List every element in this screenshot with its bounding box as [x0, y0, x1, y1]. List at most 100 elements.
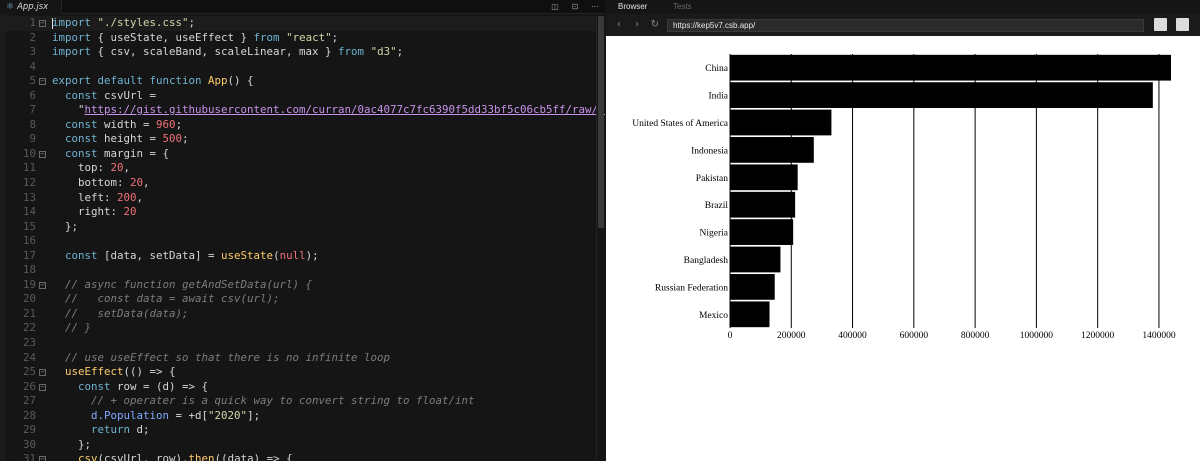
- code-line[interactable]: 12 bottom: 20,: [0, 176, 596, 191]
- code-line[interactable]: 15 };: [0, 220, 596, 235]
- fold-toggle-icon[interactable]: −: [39, 150, 46, 158]
- code-line[interactable]: 18: [0, 263, 596, 278]
- open-external-icon[interactable]: [1176, 18, 1189, 31]
- code-line[interactable]: 21 // setData(data);: [0, 307, 596, 322]
- tab-tests[interactable]: Tests: [673, 0, 692, 14]
- scrollbar-thumb[interactable]: [598, 16, 604, 228]
- code-line[interactable]: 5− export default function App() {: [0, 74, 596, 89]
- tab-browser[interactable]: Browser: [618, 0, 647, 14]
- code-text: const [data, setData] = useState(null);: [52, 249, 319, 264]
- code-token: ;: [396, 45, 404, 59]
- code-token: bottom:: [52, 176, 131, 190]
- expand-icon[interactable]: [1154, 18, 1167, 31]
- code-text: const csvUrl =: [52, 89, 156, 104]
- fold-toggle-icon[interactable]: −: [39, 383, 46, 391]
- line-number: 26: [22, 379, 36, 393]
- code-token: ,: [136, 190, 144, 204]
- code-text: // async function getAndSetData(url) {: [52, 278, 312, 293]
- code-text: left: 200,: [52, 191, 143, 206]
- category-label: United States of America: [632, 118, 729, 129]
- code-area[interactable]: 1− import "./styles.css"; 2 import { useSta…: [0, 16, 605, 461]
- line-number: 15: [22, 219, 36, 233]
- preview-icon[interactable]: ⊡: [568, 0, 582, 14]
- code-line[interactable]: 24 // use useEffect so that there is no …: [0, 351, 596, 366]
- chevron-left-icon[interactable]: ‹: [612, 17, 626, 33]
- code-line[interactable]: 20 // const data = await csv(url);: [0, 292, 596, 307]
- code-line[interactable]: 7 "https://gist.githubusercontent.com/cu…: [0, 103, 605, 118]
- code-token: height =: [97, 132, 163, 146]
- fold-toggle-icon[interactable]: −: [39, 78, 46, 86]
- code-text: // const data = await csv(url);: [52, 292, 280, 307]
- code-token: https://gist.githubusercontent.com/curra…: [84, 103, 605, 117]
- code-token: ;: [331, 30, 339, 44]
- url-input[interactable]: [667, 19, 1144, 32]
- code-token: left:: [52, 190, 118, 204]
- code-line[interactable]: 29 return d;: [0, 423, 596, 438]
- code-token: // async function getAndSetData(url) {: [52, 277, 313, 291]
- code-line[interactable]: 6 const csvUrl =: [0, 89, 596, 104]
- split-editor-icon[interactable]: ◫: [548, 0, 562, 14]
- code-token: // + operater is a quick way to convert …: [52, 394, 475, 408]
- fold-toggle-icon[interactable]: −: [39, 456, 46, 461]
- code-token: { useState, useEffect }: [91, 30, 254, 44]
- line-number: 11: [22, 161, 36, 175]
- code-line[interactable]: 2 import { useState, useEffect } from "re…: [0, 31, 596, 46]
- code-line[interactable]: 30 };: [0, 438, 596, 453]
- code-token: 20: [130, 176, 144, 190]
- code-line[interactable]: 28 d.Population = +d["2020"];: [0, 409, 596, 424]
- code-line[interactable]: 17 const [data, setData] = useState(null…: [0, 249, 596, 264]
- code-text: // use useEffect so that there is no inf…: [52, 351, 390, 366]
- category-label: Brazil: [705, 201, 729, 211]
- code-token: { csv, scaleBand, scaleLinear, max }: [91, 45, 339, 59]
- code-token: import: [52, 45, 92, 59]
- code-line[interactable]: 25− useEffect(() => {: [0, 365, 596, 380]
- code-token: 20: [110, 161, 124, 175]
- preview-tab-bar: Browser Tests: [606, 0, 1200, 14]
- refresh-icon[interactable]: ↻: [648, 17, 662, 33]
- code-token: App: [208, 74, 228, 88]
- category-label: Bangladesh: [684, 256, 729, 266]
- editor-scrollbar[interactable]: [596, 16, 604, 461]
- code-token: import: [52, 30, 92, 44]
- code-token: 200: [117, 190, 137, 204]
- code-line[interactable]: 8 const width = 960;: [0, 118, 596, 133]
- code-line[interactable]: 3 import { csv, scaleBand, scaleLinear, m…: [0, 45, 596, 60]
- code-token: useEffect: [65, 365, 124, 379]
- tab-app-jsx[interactable]: ⚛ App.jsx: [0, 0, 62, 14]
- x-tick-label: 200000: [777, 331, 806, 341]
- code-line[interactable]: 13 left: 200,: [0, 191, 596, 206]
- code-line[interactable]: 11 top: 20,: [0, 161, 596, 176]
- code-line[interactable]: 23: [0, 336, 596, 351]
- chevron-right-icon[interactable]: ›: [630, 17, 644, 33]
- code-token: "./styles.css": [97, 16, 189, 29]
- fold-toggle-icon[interactable]: −: [39, 20, 46, 27]
- code-line[interactable]: 22 // }: [0, 321, 596, 336]
- code-token: };: [52, 219, 79, 233]
- line-number: 17: [22, 248, 36, 262]
- line-number: 30: [22, 437, 36, 451]
- code-line[interactable]: 10− const margin = {: [0, 147, 596, 162]
- code-text: return d;: [52, 423, 150, 438]
- more-icon[interactable]: ⋯: [588, 0, 602, 14]
- x-tick-label: 0: [728, 331, 733, 341]
- code-line[interactable]: 4: [0, 60, 596, 75]
- code-line[interactable]: 9 const height = 500;: [0, 132, 596, 147]
- code-line[interactable]: 16: [0, 234, 596, 249]
- line-number: 2: [29, 30, 36, 44]
- bar: [730, 109, 832, 136]
- code-line[interactable]: 26− const row = (d) => {: [0, 380, 596, 395]
- code-token: // use useEffect so that there is no inf…: [52, 350, 391, 364]
- fold-toggle-icon[interactable]: −: [39, 281, 46, 289]
- code-token: ,: [123, 161, 131, 175]
- code-line[interactable]: 27 // + operater is a quick way to conve…: [0, 394, 596, 409]
- code-line[interactable]: 19− // async function getAndSetData(url)…: [0, 278, 596, 293]
- code-line[interactable]: 1− import "./styles.css";: [0, 16, 596, 31]
- code-line[interactable]: 31− csv(csvUrl, row).then((data) => {: [0, 452, 596, 461]
- fold-toggle-icon[interactable]: −: [39, 369, 46, 377]
- code-text: export default function App() {: [52, 74, 254, 89]
- code-line[interactable]: 14 right: 20: [0, 205, 596, 220]
- line-number: 5: [29, 74, 36, 88]
- code-token: ,: [143, 176, 150, 190]
